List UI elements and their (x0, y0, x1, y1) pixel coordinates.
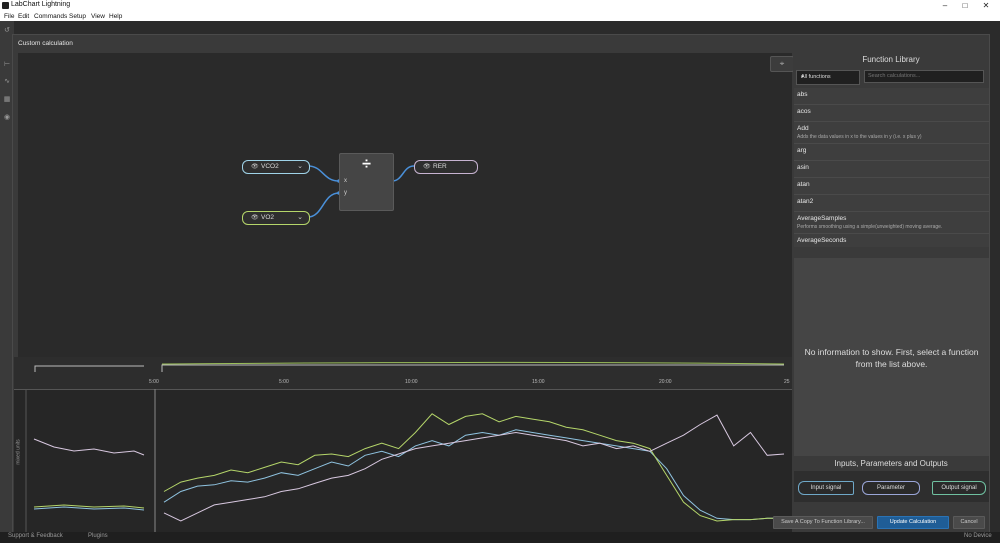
tick-label: 15:00 (532, 379, 545, 385)
list-item[interactable]: abs (794, 88, 989, 105)
undo-icon[interactable]: ↺ (3, 27, 11, 35)
cancel-button[interactable]: Cancel (953, 516, 985, 529)
param-y-label: y (344, 190, 347, 196)
app-title: LabChart Lightning (11, 1, 71, 8)
menu-commands[interactable]: Commands (34, 12, 67, 21)
function-name: asin (797, 164, 809, 171)
tick-label: 25 (784, 379, 790, 385)
calculation-canvas[interactable]: ⌖ 👁 VCO2 ⌄ 👁 VO2 ⌄ ÷ x y 👁 RER (18, 53, 794, 389)
input-node-vo2[interactable]: 👁 VO2 ⌄ (242, 211, 310, 225)
input-node-vco2[interactable]: 👁 VCO2 ⌄ (242, 160, 310, 174)
menu-edit[interactable]: Edit (18, 12, 29, 21)
list-item[interactable]: arg (794, 144, 989, 161)
divide-icon: ÷ (362, 156, 371, 173)
menu-view[interactable]: View (91, 12, 105, 21)
eye-icon[interactable]: 👁 (251, 161, 259, 173)
function-info-pane: No information to show. First, select a … (794, 258, 989, 456)
save-copy-button[interactable]: Save A Copy To Function Library... (773, 516, 873, 529)
connection-wires (307, 165, 415, 218)
function-library-title: Function Library (862, 55, 920, 64)
maximize-button[interactable]: □ (954, 0, 976, 12)
left-pane-rer-line (33, 438, 145, 456)
list-item[interactable]: AverageSamples Performs smoothing using a… (794, 212, 989, 234)
tick-label: 20:00 (659, 379, 672, 385)
support-feedback-link[interactable]: Support & Feedback (8, 533, 63, 539)
tick-label: 5:00 (279, 379, 289, 385)
function-library-panel: Function Library All functions ▾ abs aco… (773, 53, 989, 532)
chevron-down-icon[interactable]: ⌄ (297, 161, 303, 173)
overview-svg (34, 361, 785, 372)
iop-title: Inputs, Parameters and Outputs (834, 459, 948, 468)
device-icon[interactable]: ◉ (3, 114, 11, 122)
param-x-label: x (344, 178, 347, 184)
function-name: arg (797, 147, 807, 154)
function-name: AverageSeconds (797, 237, 847, 244)
waveform-icon[interactable]: ∿ (3, 78, 11, 86)
close-window-button[interactable]: ✕ (975, 0, 997, 12)
minimize-button[interactable]: – (934, 0, 956, 12)
menu-help[interactable]: Help (109, 12, 122, 21)
parameter-pill[interactable]: Parameter (862, 481, 920, 495)
app-icon (2, 2, 9, 9)
output-signal-pill[interactable]: Output signal (932, 481, 986, 495)
list-item[interactable]: acos (794, 105, 989, 122)
function-name: Add (797, 125, 809, 132)
list-item[interactable]: Add Adds the data values in x to the valu… (794, 122, 989, 144)
function-list[interactable]: abs acos Add Adds the data values in x to… (794, 88, 989, 247)
plot-area[interactable]: mixed units (14, 389, 792, 532)
eye-icon[interactable]: 👁 (251, 212, 259, 224)
list-item[interactable]: atan (794, 178, 989, 195)
eye-icon[interactable]: 👁 (423, 161, 431, 173)
device-status: No Device (964, 533, 992, 539)
menu-setup[interactable]: Setup (69, 12, 86, 21)
function-description: Performs smoothing using a simple(unweig… (797, 224, 943, 230)
caret-down-icon: ▾ (801, 74, 804, 80)
overview-strip[interactable] (14, 357, 792, 377)
series-line-vco2 (163, 429, 784, 521)
menu-file[interactable]: File (4, 12, 14, 21)
left-pane-vco2-line (33, 506, 145, 511)
iop-legend: Input signal Parameter Output signal (794, 471, 989, 502)
menu-bar: File Edit Commands Setup View Help (0, 12, 1000, 21)
title-bar: LabChart Lightning – □ ✕ (0, 0, 1000, 12)
function-description: Adds the data values in x to the values … (797, 134, 922, 140)
tick-label: 5:00 (149, 379, 159, 385)
search-calculations-input[interactable] (864, 70, 984, 83)
tick-label: 10:00 (405, 379, 418, 385)
function-name: acos (797, 108, 811, 115)
divide-operator-node[interactable]: ÷ x y (339, 153, 394, 211)
plugins-link[interactable]: Plugins (88, 533, 108, 539)
function-name: AverageSamples (797, 215, 847, 222)
info-message: No information to show. First, select a … (804, 347, 979, 369)
list-item[interactable]: AverageSeconds (794, 234, 989, 247)
input-label-vo2: VO2 (261, 214, 275, 221)
custom-calculation-dialog: Custom calculation ⌖ 👁 VCO2 ⌄ 👁 VO2 ⌄ ÷ … (12, 34, 990, 533)
table-icon[interactable]: ▦ (3, 96, 11, 104)
plot-svg (25, 389, 785, 532)
output-node-rer[interactable]: 👁 RER (414, 160, 478, 174)
dialog-title: Custom calculation (18, 40, 73, 47)
y-axis-label: mixed units (15, 439, 22, 465)
function-filter-dropdown[interactable]: All functions ▾ (796, 70, 860, 85)
function-name: abs (797, 91, 808, 98)
function-name: atan2 (797, 198, 814, 205)
input-label-vco2: VCO2 (261, 163, 279, 170)
signal-preview-chart[interactable]: 5:00 5:00 10:00 15:00 20:00 25 mixed uni… (14, 357, 792, 532)
chevron-down-icon[interactable]: ⌄ (297, 212, 303, 224)
function-name: atan (797, 181, 810, 188)
update-calculation-button[interactable]: Update Calculation (877, 516, 949, 529)
input-signal-pill[interactable]: Input signal (798, 481, 854, 495)
channel-icon[interactable]: ⊢ (3, 61, 11, 69)
list-item[interactable]: atan2 (794, 195, 989, 212)
status-bar: Support & Feedback Plugins No Device (0, 532, 1000, 543)
list-item[interactable]: asin (794, 161, 989, 178)
output-label-rer: RER (433, 163, 447, 170)
series-line-rer (163, 414, 785, 522)
